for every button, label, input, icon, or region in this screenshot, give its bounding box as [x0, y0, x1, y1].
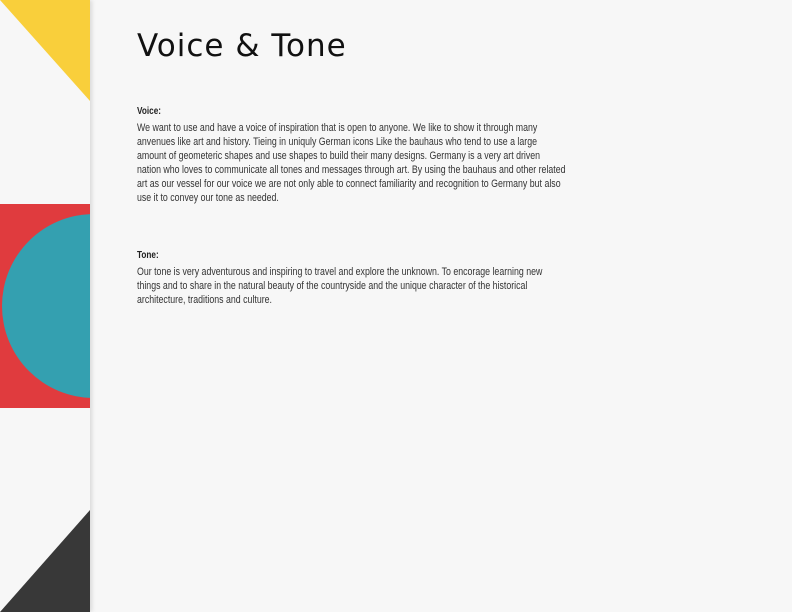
tone-section: Tone: Our tone is very adventurous and i…	[137, 250, 577, 307]
dark-triangle	[0, 510, 90, 612]
page-title: Voice & Tone	[137, 28, 347, 64]
tone-heading: Tone:	[137, 250, 159, 261]
decorative-strip	[0, 0, 90, 612]
page: Voice & Tone Voice: We want to use and h…	[0, 0, 792, 612]
yellow-triangle	[0, 0, 90, 101]
voice-section: Voice: We want to use and have a voice o…	[137, 106, 577, 205]
voice-body: We want to use and have a voice of inspi…	[137, 122, 566, 204]
voice-heading: Voice:	[137, 106, 162, 117]
tone-body: Our tone is very adventurous and inspiri…	[137, 266, 543, 306]
bauhaus-shapes	[0, 0, 90, 612]
